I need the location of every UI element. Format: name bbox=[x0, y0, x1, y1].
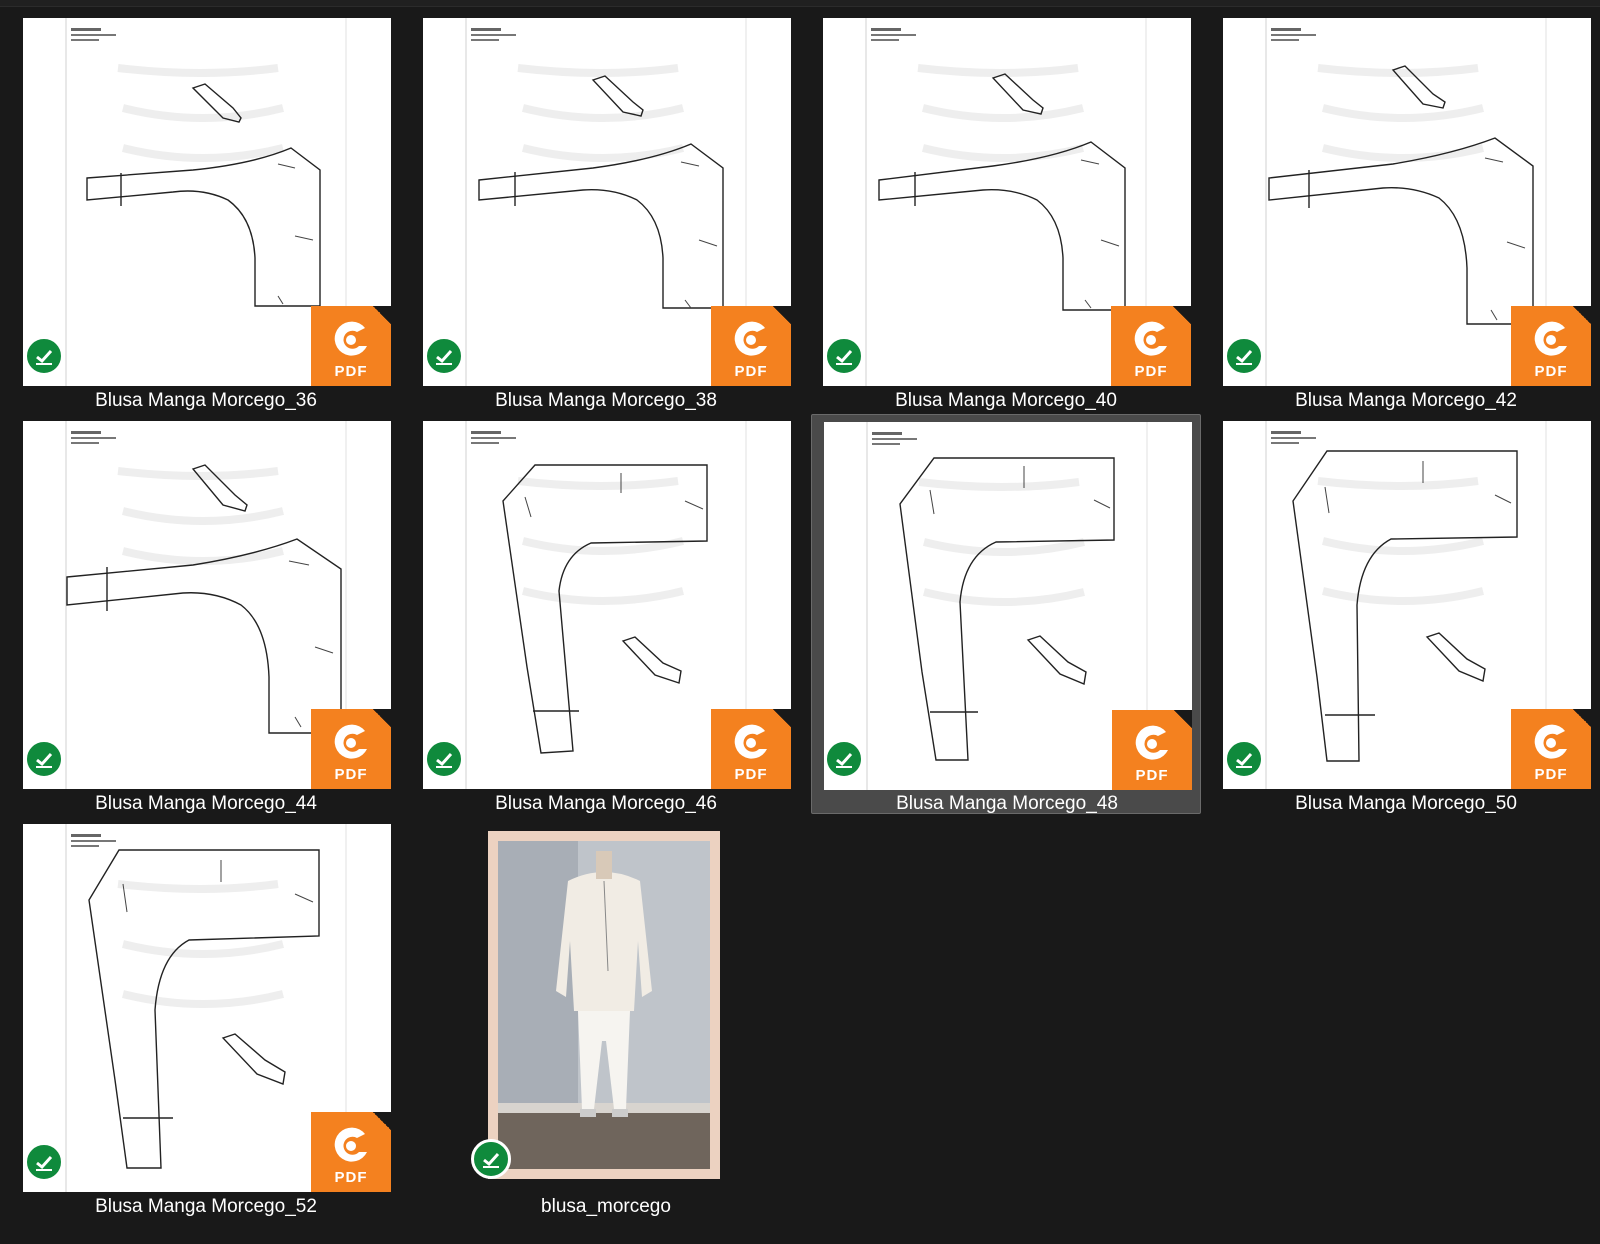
foxit-logo-icon bbox=[1135, 725, 1168, 760]
file-name: Blusa Manga Morcego_36 bbox=[95, 390, 317, 411]
file-tile-selected[interactable]: PDF Blusa Manga Morcego_48 bbox=[811, 414, 1201, 814]
check-circle-icon bbox=[24, 336, 64, 376]
pdf-badge-label: PDF bbox=[1135, 767, 1169, 784]
pdf-thumbnail: PDF bbox=[824, 422, 1192, 790]
foxit-logo-icon bbox=[334, 1127, 367, 1162]
pdf-icon: PDF bbox=[311, 1112, 391, 1192]
pdf-badge-label: PDF bbox=[334, 766, 368, 783]
foxit-logo-icon bbox=[1134, 321, 1167, 356]
pdf-icon: PDF bbox=[711, 709, 791, 789]
check-circle-icon bbox=[24, 739, 64, 779]
pdf-badge-label: PDF bbox=[734, 363, 768, 380]
foxit-logo-icon bbox=[734, 724, 767, 759]
check-circle-icon bbox=[24, 1142, 64, 1182]
file-tile[interactable]: PDF Blusa Manga Morcego_38 bbox=[411, 11, 801, 411]
file-tile[interactable]: PDF Blusa Manga Morcego_36 bbox=[11, 11, 401, 411]
foxit-logo-icon bbox=[734, 321, 767, 356]
pdf-thumbnail: PDF bbox=[23, 18, 391, 386]
file-name: Blusa Manga Morcego_48 bbox=[896, 793, 1118, 814]
pdf-badge-label: PDF bbox=[334, 1169, 368, 1186]
pdf-badge-label: PDF bbox=[734, 766, 768, 783]
file-tile[interactable]: PDF Blusa Manga Morcego_46 bbox=[411, 414, 801, 814]
file-tile[interactable]: PDF Blusa Manga Morcego_42 bbox=[1211, 11, 1600, 411]
file-name: Blusa Manga Morcego_44 bbox=[95, 793, 317, 814]
pdf-badge-label: PDF bbox=[1534, 766, 1568, 783]
file-name: Blusa Manga Morcego_42 bbox=[1295, 390, 1517, 411]
blouse-photo bbox=[498, 841, 710, 1169]
file-name: Blusa Manga Morcego_46 bbox=[495, 793, 717, 814]
foxit-logo-icon bbox=[1534, 321, 1567, 356]
pdf-thumbnail: PDF bbox=[1223, 421, 1591, 789]
check-circle-icon bbox=[824, 336, 864, 376]
pdf-badge-label: PDF bbox=[334, 363, 368, 380]
file-name: Blusa Manga Morcego_50 bbox=[1295, 793, 1517, 814]
pdf-icon: PDF bbox=[1112, 710, 1192, 790]
pdf-badge-label: PDF bbox=[1534, 363, 1568, 380]
pdf-icon: PDF bbox=[311, 306, 391, 386]
file-tile[interactable]: PDF Blusa Manga Morcego_44 bbox=[11, 414, 401, 814]
pdf-thumbnail: PDF bbox=[823, 18, 1191, 386]
foxit-logo-icon bbox=[1534, 724, 1567, 759]
pdf-thumbnail: PDF bbox=[1223, 18, 1591, 386]
check-circle-icon bbox=[424, 336, 464, 376]
file-name: Blusa Manga Morcego_38 bbox=[495, 390, 717, 411]
file-tile[interactable]: PDF Blusa Manga Morcego_52 bbox=[11, 817, 401, 1217]
file-tile[interactable]: PDF Blusa Manga Morcego_40 bbox=[811, 11, 1201, 411]
check-circle-icon bbox=[1224, 336, 1264, 376]
file-tile[interactable]: blusa_morcego bbox=[411, 817, 801, 1217]
check-circle-icon bbox=[824, 739, 864, 779]
pdf-icon: PDF bbox=[1111, 306, 1191, 386]
pdf-icon: PDF bbox=[711, 306, 791, 386]
pdf-thumbnail: PDF bbox=[423, 18, 791, 386]
check-circle-icon bbox=[1224, 739, 1264, 779]
photo-thumbnail bbox=[488, 831, 720, 1179]
foxit-logo-icon bbox=[334, 321, 367, 356]
pdf-thumbnail: PDF bbox=[23, 421, 391, 789]
window-top-edge bbox=[0, 0, 1600, 7]
file-name: Blusa Manga Morcego_40 bbox=[895, 390, 1117, 411]
pdf-icon: PDF bbox=[1511, 306, 1591, 386]
pdf-icon: PDF bbox=[311, 709, 391, 789]
pdf-thumbnail: PDF bbox=[23, 824, 391, 1192]
file-name: Blusa Manga Morcego_52 bbox=[95, 1196, 317, 1217]
foxit-logo-icon bbox=[334, 724, 367, 759]
check-circle-icon bbox=[424, 739, 464, 779]
file-tile[interactable]: PDF Blusa Manga Morcego_50 bbox=[1211, 414, 1600, 814]
pdf-thumbnail: PDF bbox=[423, 421, 791, 789]
check-circle-icon bbox=[471, 1139, 511, 1179]
file-name: blusa_morcego bbox=[541, 1196, 671, 1217]
pdf-icon: PDF bbox=[1511, 709, 1591, 789]
pdf-badge-label: PDF bbox=[1134, 363, 1168, 380]
